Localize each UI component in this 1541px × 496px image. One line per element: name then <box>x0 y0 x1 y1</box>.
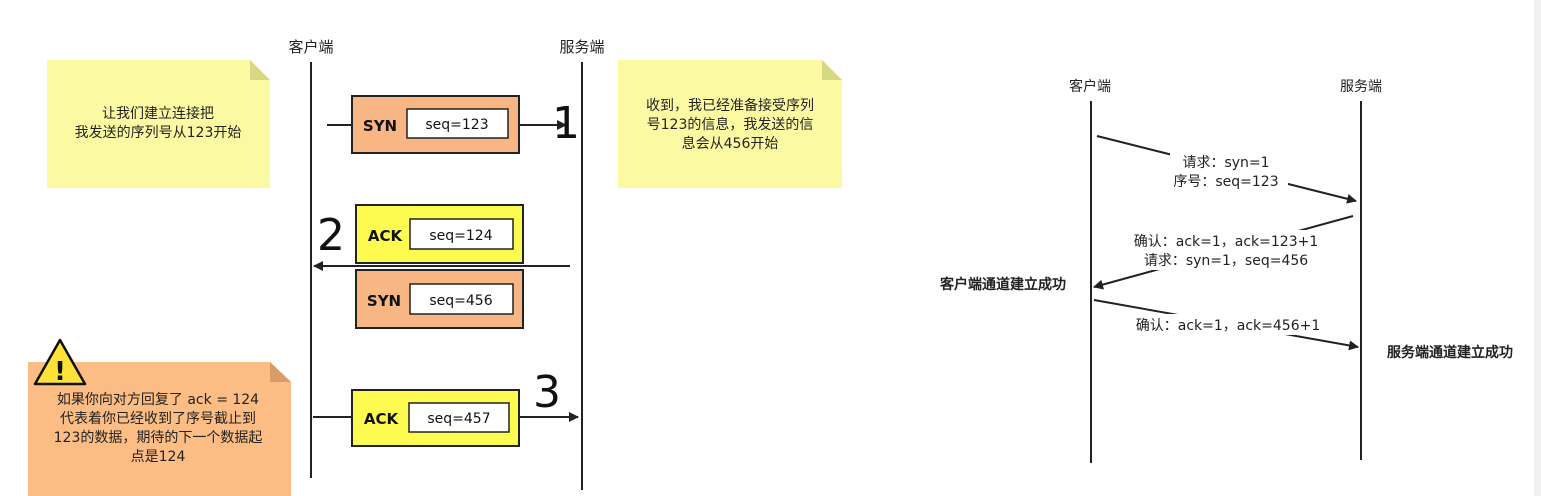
left-server-label: 服务端 <box>559 38 604 56</box>
note-3-line-3: 123的数据，期待的下一个数据起 <box>54 430 263 446</box>
page-scrollbar[interactable] <box>1534 0 1541 496</box>
client-established-label: 客户端通道建立成功 <box>939 276 1066 293</box>
left-client-label: 客户端 <box>288 38 333 56</box>
step-2-number: 2 <box>317 210 345 261</box>
note-1: 让我们建立连接把 我发送的序列号从123开始 <box>47 60 270 188</box>
note-2-line-1: 收到，我已经准备接受序列 <box>646 97 814 114</box>
step-3-seq: seq=457 <box>427 411 490 427</box>
server-established-label: 服务端通道建立成功 <box>1387 344 1513 361</box>
step-2-ack-seq: seq=124 <box>429 228 492 244</box>
msg-2-line-2: 请求：syn=1，seq=456 <box>1144 253 1308 269</box>
step-2-ack-syn: 2 ACK seq=124 SYN seq=456 <box>313 204 570 329</box>
tcp-handshake-canvas: 客户端 服务端 让我们建立连接把 我发送的序列号从123开始 收到，我已经准备接… <box>28 38 1513 496</box>
note-1-line-1: 让我们建立连接把 <box>102 105 214 122</box>
msg-3-line-1: 确认：ack=1，ack=456+1 <box>1136 318 1321 334</box>
step-3-number: 3 <box>533 367 561 418</box>
step-3-type: ACK <box>364 410 400 428</box>
msg-2-line-1: 确认：ack=1，ack=123+1 <box>1134 234 1319 250</box>
right-message-1: 请求：syn=1 序号：seq=123 <box>1096 135 1357 204</box>
warning-mark: ! <box>54 357 66 387</box>
msg-1-line-1: 请求：syn=1 <box>1182 155 1269 171</box>
step-1-type: SYN <box>363 117 397 135</box>
note-2: 收到，我已经准备接受序列 号123的信息，我发送的信 息会从456开始 <box>618 60 842 188</box>
msg-1-line-2: 序号：seq=123 <box>1173 174 1278 190</box>
step-1-number: 1 <box>552 98 580 149</box>
note-2-line-3: 息会从456开始 <box>682 135 779 152</box>
note-3-line-1: 如果你向对方回复了 ack = 124 <box>57 391 259 408</box>
step-2-syn-seq: seq=456 <box>429 293 492 309</box>
step-1-seq: seq=123 <box>425 117 488 133</box>
step-2-ack-type: ACK <box>368 227 404 245</box>
note-2-line-2: 号123的信息，我发送的信 <box>647 116 814 133</box>
step-2-syn-type: SYN <box>367 292 401 310</box>
note-1-line-2: 我发送的序列号从123开始 <box>75 125 242 141</box>
note-3-line-2: 代表着你已经收到了序号截止到 <box>60 411 256 427</box>
step-1-syn: SYN seq=123 1 <box>327 95 580 154</box>
right-message-2: 确认：ack=1，ack=123+1 请求：syn=1，seq=456 <box>1093 215 1354 290</box>
right-server-label: 服务端 <box>1340 79 1382 95</box>
right-message-3: 确认：ack=1，ack=456+1 <box>1093 299 1359 351</box>
note-3-line-4: 点是124 <box>131 449 186 465</box>
step-3-ack: ACK seq=457 3 <box>313 367 579 447</box>
right-client-label: 客户端 <box>1069 78 1111 95</box>
